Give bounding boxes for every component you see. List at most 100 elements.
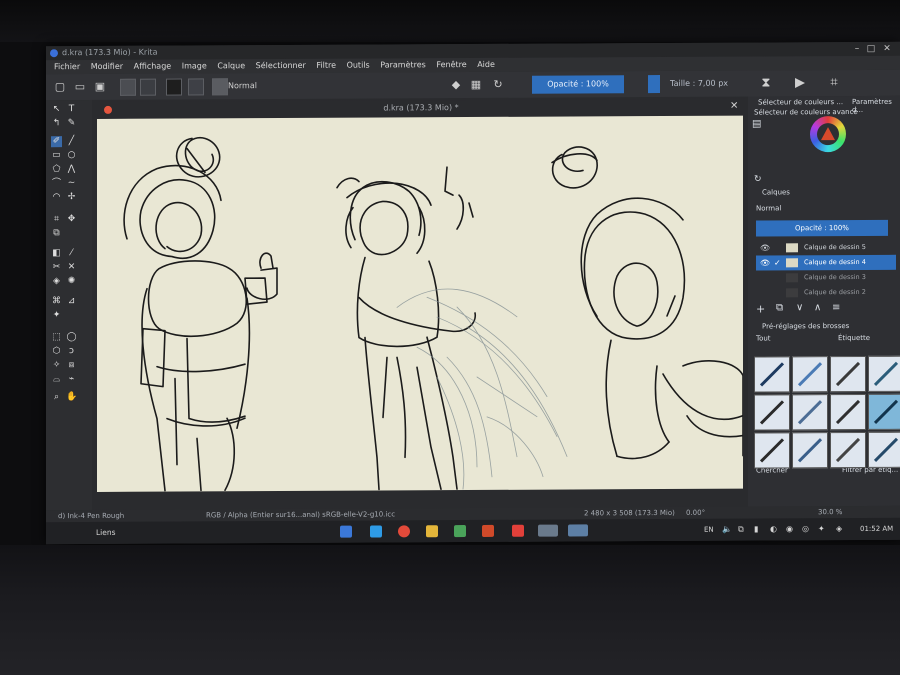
brush-preset-item[interactable]	[792, 394, 828, 431]
enclose-fill-icon[interactable]: ✺	[66, 276, 77, 287]
brush-preset-item[interactable]	[792, 432, 828, 469]
window-taskbar-icon[interactable]	[568, 524, 588, 537]
presets-tag-select[interactable]: Étiquette	[838, 334, 870, 342]
ellipse-select-icon[interactable]: ◯	[66, 332, 77, 343]
new-document-icon[interactable]: ▢	[54, 80, 66, 93]
layer-row[interactable]: 👁 Calque de dessin 5	[756, 240, 896, 256]
menu-fichier[interactable]: Fichier	[54, 60, 80, 74]
brush-preset-item[interactable]	[868, 431, 900, 468]
text-tool-icon[interactable]: T	[66, 104, 77, 115]
crop-tool-icon[interactable]: ⌗	[51, 214, 62, 225]
line-tool-icon[interactable]: ╱	[66, 136, 77, 147]
tray-app5-icon[interactable]: ◈	[836, 518, 842, 540]
color-picker-icon[interactable]: ⁄	[66, 248, 77, 259]
open-document-icon[interactable]: ▭	[74, 80, 86, 93]
windows-start-icon[interactable]	[340, 525, 352, 538]
magnetic-select-icon[interactable]: ⌁	[66, 374, 77, 385]
brush-preset-item[interactable]	[792, 356, 828, 393]
rectangle-tool-icon[interactable]: ▭	[51, 150, 62, 161]
tray-app-icon[interactable]: ◐	[770, 518, 777, 540]
drawing-canvas[interactable]	[97, 115, 743, 492]
measure-tool-icon[interactable]: ⊿	[66, 296, 77, 307]
gradient-swatch[interactable]	[120, 78, 136, 96]
foreground-color-swatch[interactable]	[166, 78, 182, 96]
heart-app-icon[interactable]	[512, 524, 524, 537]
colorize-mask-icon[interactable]: ✂	[51, 262, 62, 273]
menu-filtre[interactable]: Filtre	[316, 59, 336, 73]
mirror-vertical-icon[interactable]: ▶	[794, 75, 806, 90]
mirror-horizontal-icon[interactable]: ⧗	[760, 75, 772, 90]
layer-properties-icon[interactable]: ≡	[832, 302, 840, 313]
assistant-tool-icon[interactable]: ⌘	[51, 296, 62, 307]
tab-color-selector[interactable]: Sélecteur de couleurs ...	[758, 98, 843, 106]
polyline-tool-icon[interactable]: ⋀	[66, 164, 77, 175]
krita-taskbar-icon[interactable]	[538, 524, 558, 537]
freehand-path-icon[interactable]: ~	[66, 178, 77, 189]
battery-icon[interactable]: ▮	[754, 519, 758, 541]
close-icon[interactable]: ✕	[882, 44, 892, 54]
language-indicator[interactable]: EN	[704, 519, 714, 541]
tray-app2-icon[interactable]: ◉	[786, 518, 793, 540]
maximize-icon[interactable]: □	[866, 44, 876, 54]
menu-aide[interactable]: Aide	[477, 58, 495, 72]
status-rotation[interactable]: 0.00°	[686, 507, 705, 519]
brush-preset-item[interactable]	[830, 431, 866, 469]
contiguous-select-icon[interactable]: ✧	[51, 360, 62, 371]
network-icon[interactable]: ⧉	[738, 519, 744, 541]
zoom-tool-icon[interactable]: ⌕	[51, 392, 62, 403]
polygon-select-icon[interactable]: ⬡	[51, 346, 62, 357]
menu-outils[interactable]: Outils	[347, 59, 370, 73]
menu-fenetre[interactable]: Fenêtre	[436, 58, 466, 72]
docker-settings-icon[interactable]: ▤	[752, 118, 761, 129]
brush-preset-item-selected[interactable]	[868, 393, 900, 430]
chrome-icon[interactable]	[398, 525, 410, 538]
menu-parametres[interactable]: Paramètres	[380, 58, 426, 72]
visibility-icon[interactable]: 👁	[760, 255, 770, 270]
blend-mode-select[interactable]: Normal	[228, 78, 388, 93]
outline-select-icon[interactable]: ↄ	[66, 346, 77, 357]
size-slider[interactable]: Taille : 7,00 px	[670, 79, 728, 88]
brush-preset-item[interactable]	[754, 394, 790, 431]
file-explorer-icon[interactable]	[426, 525, 438, 538]
fill-tool-icon[interactable]: ◈	[51, 276, 62, 287]
minimize-icon[interactable]: –	[852, 44, 862, 54]
menu-image[interactable]: Image	[182, 59, 207, 73]
eraser-mode-icon[interactable]: ◆	[450, 78, 462, 91]
similar-select-icon[interactable]: ⧈	[66, 360, 77, 371]
calligraphy-icon[interactable]: ✎	[66, 118, 77, 129]
reference-tool-icon[interactable]: ✦	[51, 310, 62, 321]
volume-icon[interactable]: 🔈	[722, 519, 732, 541]
save-icon[interactable]: ▣	[94, 80, 106, 93]
store-icon[interactable]	[454, 525, 466, 538]
brush-preset-item[interactable]	[754, 356, 790, 393]
ellipse-tool-icon[interactable]: ○	[66, 150, 77, 161]
background-color-swatch[interactable]	[188, 78, 204, 96]
presets-filter-select[interactable]: Tout	[756, 334, 771, 342]
opacity-slider[interactable]: Opacité : 100%	[532, 75, 624, 94]
move-up-icon[interactable]: ∧	[814, 302, 821, 313]
duplicate-layer-icon[interactable]: ⧉	[776, 302, 783, 313]
bluetooth-icon[interactable]	[370, 525, 382, 538]
brush-preset-item[interactable]	[868, 355, 900, 392]
select-shapes-icon[interactable]: ↖	[51, 104, 62, 115]
pattern-swatch[interactable]	[140, 78, 156, 96]
gradient-tool-icon[interactable]: ◧	[51, 248, 62, 259]
transform-tool-icon[interactable]: ⧉	[51, 228, 62, 239]
refresh-icon[interactable]: ↻	[754, 174, 762, 184]
brush-preset-item[interactable]	[830, 355, 866, 393]
tray-app3-icon[interactable]: ◎	[802, 518, 809, 540]
bezier-tool-icon[interactable]: ⌒	[51, 178, 62, 189]
reload-preset-icon[interactable]: ↻	[492, 78, 504, 91]
layer-row[interactable]: Calque de dessin 2	[756, 285, 896, 301]
clock[interactable]: 01:52 AM	[860, 518, 893, 540]
color-triangle[interactable]	[821, 127, 835, 141]
crop-icon[interactable]: ⌗	[828, 75, 840, 90]
layer-row-active[interactable]: 👁 ✓ Calque de dessin 4	[756, 254, 896, 271]
menu-modifier[interactable]: Modifier	[91, 60, 123, 74]
brush-preset-item[interactable]	[830, 393, 866, 431]
layers-blend-select[interactable]: Normal	[756, 204, 896, 212]
close-document-icon[interactable]: ✕	[730, 99, 738, 115]
menu-selectionner[interactable]: Sélectionner	[256, 59, 306, 73]
tab-params[interactable]: Paramètres d...	[852, 98, 900, 114]
move-down-icon[interactable]: ∨	[796, 302, 803, 313]
